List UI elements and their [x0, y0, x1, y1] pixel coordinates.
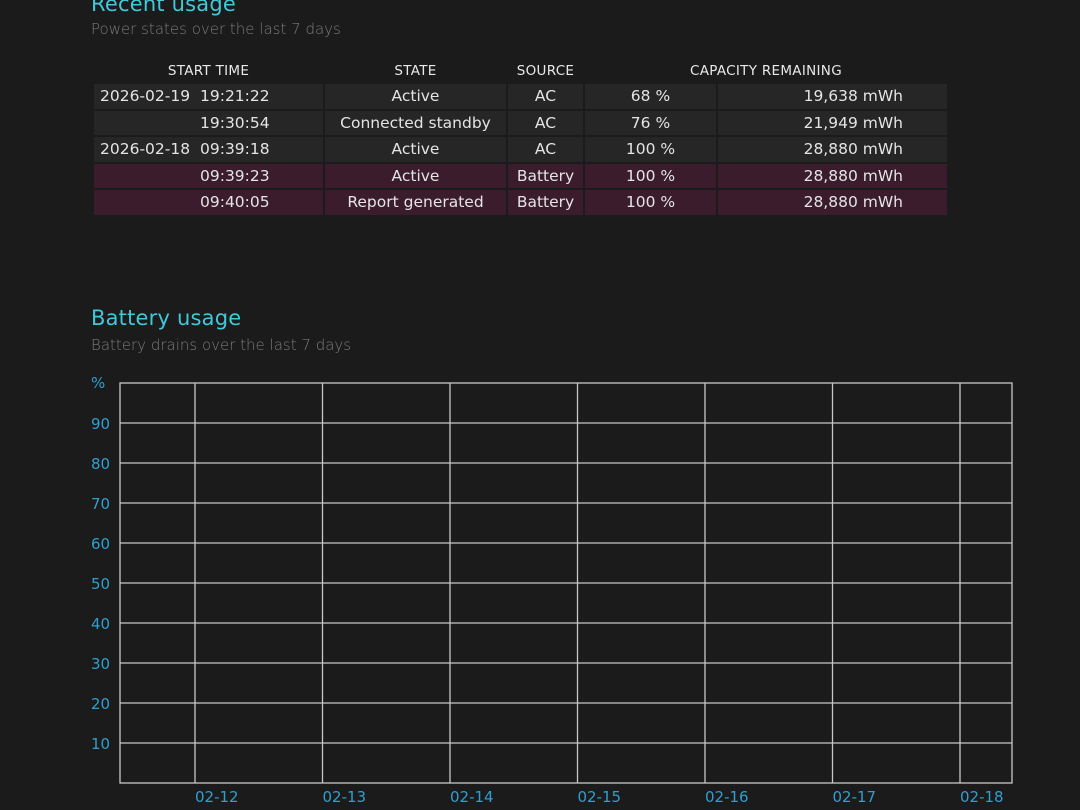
capacity-cell: 19,638 mWh [718, 84, 947, 109]
start-time-cell: 09:39:23 [94, 163, 323, 188]
y-tick-label: 10 [91, 735, 110, 753]
source-cell: AC [508, 84, 583, 109]
table-header-row: START TIME STATE SOURCE CAPACITY REMAINI… [94, 60, 947, 82]
column-header-capacity: CAPACITY REMAINING [690, 63, 842, 79]
column-header-source: SOURCE [516, 63, 575, 79]
state-cell: Active [325, 163, 506, 188]
x-tick-label: 02-16 [705, 788, 749, 806]
start-time-cell: 2026-02-19 19:21:22 [94, 84, 323, 109]
capacity-cell: 28,880 mWh [718, 163, 947, 188]
capacity-cell: 21,949 mWh [718, 110, 947, 135]
source-cell: Battery [508, 190, 583, 215]
source-cell: Battery [508, 163, 583, 188]
state-cell: Active [325, 84, 506, 109]
battery-usage-subtitle: Battery drains over the last 7 days [91, 336, 352, 354]
x-tick-label: 02-18 [960, 788, 1004, 806]
table-row: 2026-02-19 19:21:22 Active AC 68 % 19,638… [94, 84, 947, 109]
table-row: 19:30:54 Connected standby AC 76 % 21,94… [94, 110, 947, 135]
x-tick-label: 02-12 [195, 788, 239, 806]
time-text: 09:40:05 [200, 193, 270, 212]
date-text: 2026-02-19 [100, 87, 191, 106]
percent-cell: 68 % [585, 84, 716, 109]
percent-cell: 100 % [585, 137, 716, 162]
y-tick-label: 60 [91, 535, 110, 553]
x-tick-label: 02-15 [578, 788, 622, 806]
source-cell: AC [508, 137, 583, 162]
percent-cell: 100 % [585, 163, 716, 188]
x-tick-label: 02-13 [323, 788, 367, 806]
x-tick-label: 02-14 [450, 788, 494, 806]
y-tick-label: 50 [91, 575, 110, 593]
time-text: 09:39:23 [200, 166, 270, 185]
capacity-cell: 28,880 mWh [718, 190, 947, 215]
state-cell: Connected standby [325, 110, 506, 135]
time-text: 19:21:22 [200, 87, 270, 106]
y-axis-label: % [91, 374, 105, 392]
y-tick-label: 80 [91, 455, 110, 473]
y-tick-label: 40 [91, 615, 110, 633]
table-row: 09:39:23 Active Battery 100 % 28,880 mWh [94, 163, 947, 188]
state-cell: Report generated [325, 190, 506, 215]
y-tick-label: 20 [91, 695, 110, 713]
percent-cell: 76 % [585, 110, 716, 135]
percent-cell: 100 % [585, 190, 716, 215]
column-header-state: STATE [394, 63, 437, 79]
table-row: 2026-02-18 09:39:18 Active AC 100 % 28,88… [94, 137, 947, 162]
battery-report-page: Recent usage Power states over the last … [0, 0, 1080, 810]
y-tick-label: 90 [91, 415, 110, 433]
column-header-start-time: START TIME [167, 63, 250, 79]
time-text: 09:39:18 [200, 140, 270, 159]
y-tick-label: 30 [91, 655, 110, 673]
recent-usage-title: Recent usage [91, 0, 237, 16]
table-row: 09:40:05 Report generated Battery 100 % … [94, 190, 947, 215]
battery-usage-title: Battery usage [91, 306, 242, 330]
time-text: 19:30:54 [200, 113, 270, 132]
start-time-cell: 09:40:05 [94, 190, 323, 215]
date-text: 2026-02-18 [100, 140, 191, 159]
battery-usage-chart: 90 80 70 60 50 40 30 20 10% 02-12 02-13 02-14 02-15 0… [91, 374, 1013, 806]
y-tick-label: 70 [91, 495, 110, 513]
recent-usage-subtitle: Power states over the last 7 days [91, 20, 341, 38]
recent-usage-table: START TIME STATE SOURCE CAPACITY REMAINI… [92, 58, 949, 217]
source-cell: AC [508, 110, 583, 135]
start-time-cell: 19:30:54 [94, 110, 323, 135]
capacity-cell: 28,880 mWh [718, 137, 947, 162]
start-time-cell: 2026-02-18 09:39:18 [94, 137, 323, 162]
state-cell: Active [325, 137, 506, 162]
x-tick-label: 02-17 [833, 788, 877, 806]
